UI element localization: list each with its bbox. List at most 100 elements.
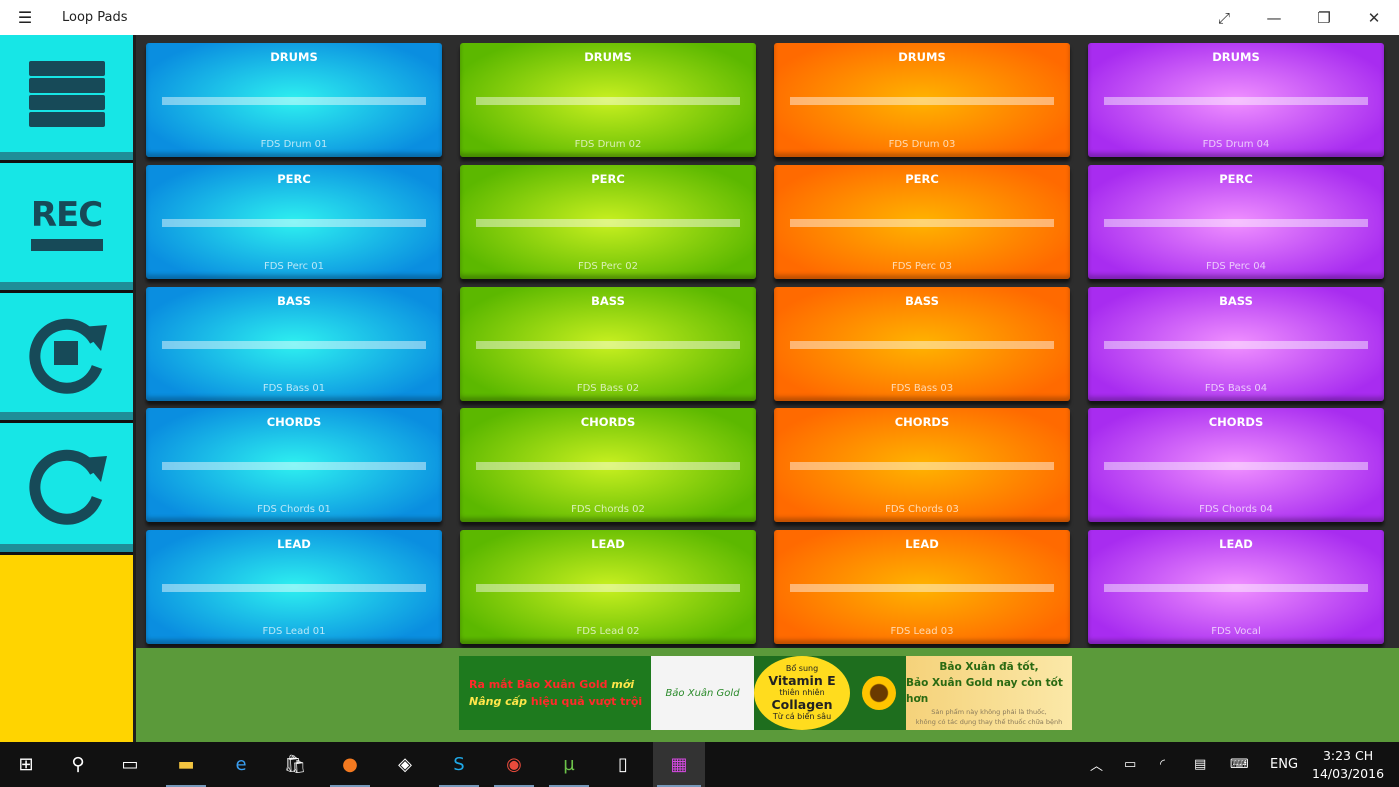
pad-sample-name: FDS Bass 02 xyxy=(460,383,756,394)
ad-headline: Ra mắt Bảo Xuân Gold xyxy=(469,678,608,691)
pad-progress-bar xyxy=(790,219,1054,227)
utorrent-button[interactable]: µ xyxy=(545,742,593,787)
pad-category: PERC xyxy=(460,172,756,186)
pad-progress-bar xyxy=(1104,219,1368,227)
pad-progress-bar xyxy=(476,341,740,349)
pad-progress-bar xyxy=(162,97,426,105)
windows-icon: ⊞ xyxy=(18,754,33,775)
start-button[interactable]: ⊞ xyxy=(2,742,50,787)
pad-category: CHORDS xyxy=(1088,415,1384,429)
pad-perc-4[interactable]: PERC FDS Perc 04 xyxy=(1088,165,1384,279)
ad-banner-area: Ra mắt Bảo Xuân Gold mới Nâng cấp hiệu q… xyxy=(136,648,1399,742)
pad-lead-3[interactable]: LEAD FDS Lead 03 xyxy=(774,530,1070,644)
pad-chords-3[interactable]: CHORDSFDS Chords 03 xyxy=(774,408,1070,522)
utorrent-icon: µ xyxy=(563,754,574,775)
pad-category: PERC xyxy=(774,172,1070,186)
pad-progress-bar xyxy=(790,97,1054,105)
store-button[interactable]: 🛍 xyxy=(271,742,319,787)
pad-category: CHORDS xyxy=(460,415,756,429)
loop-pads-taskbar-button[interactable]: ▦ xyxy=(653,742,705,787)
keyboard-icon[interactable]: ⌨ xyxy=(1230,742,1249,787)
pad-lead-1[interactable]: LEADFDS Lead 01 xyxy=(146,530,442,644)
ad-subline: hiệu quả vượt trội xyxy=(531,695,642,708)
task-view-button[interactable]: ▭ xyxy=(106,742,154,787)
pad-bass-2[interactable]: BASS FDS Bass 02 xyxy=(460,287,756,401)
edge-button[interactable]: e xyxy=(217,742,265,787)
pad-drums-1[interactable]: DRUMSFDS Drum 01 xyxy=(146,43,442,157)
pad-drums-3[interactable]: DRUMS FDS Drum 03 xyxy=(774,43,1070,157)
ad-product-box: Bảo Xuân Gold xyxy=(651,656,754,730)
pad-category: BASS xyxy=(146,294,442,308)
pad-sample-name: FDS Vocal xyxy=(1088,626,1384,637)
pad-category: BASS xyxy=(460,294,756,308)
pad-progress-bar xyxy=(790,584,1054,592)
show-hidden-icons[interactable]: ︿ xyxy=(1090,742,1103,787)
pad-sample-name: FDS Chords 02 xyxy=(460,504,756,515)
yellow-panel xyxy=(0,555,133,742)
battery-icon[interactable]: ▭ xyxy=(1124,742,1136,787)
replay-button[interactable] xyxy=(0,423,133,552)
ad-headline-suffix: mới xyxy=(611,678,634,691)
rec-label: REC xyxy=(31,195,102,235)
pad-sample-name: FDS Perc 01 xyxy=(146,261,442,272)
pad-drums-4[interactable]: DRUMSFDS Drum 04 xyxy=(1088,43,1384,157)
file-explorer-button[interactable]: ▬ xyxy=(162,742,210,787)
language-indicator[interactable]: ENG xyxy=(1270,742,1298,787)
pad-bass-1[interactable]: BASSFDS Bass 01 xyxy=(146,287,442,401)
clock[interactable]: 3:23 CH 14/03/2016 xyxy=(1312,742,1384,787)
search-button[interactable]: ⚲ xyxy=(54,742,102,787)
title-bar: ☰ Loop Pads ⤢ — ❐ ✕ xyxy=(0,0,1399,35)
loop-pads-icon: ▦ xyxy=(670,754,687,775)
pad-perc-1[interactable]: PERCFDS Perc 01 xyxy=(146,165,442,279)
phone-icon: ▯ xyxy=(618,754,628,775)
pad-progress-bar xyxy=(1104,584,1368,592)
pad-lead-4[interactable]: LEADFDS Vocal xyxy=(1088,530,1384,644)
pad-category: DRUMS xyxy=(460,50,756,64)
pad-sample-name: FDS Drum 02 xyxy=(460,139,756,150)
pad-progress-bar xyxy=(790,341,1054,349)
pad-bass-4[interactable]: BASSFDS Bass 04 xyxy=(1088,287,1384,401)
pad-sample-name: FDS Lead 02 xyxy=(460,626,756,637)
pad-chords-2[interactable]: CHORDS FDS Chords 02 xyxy=(460,408,756,522)
firefox-button[interactable]: ● xyxy=(326,742,374,787)
hamburger-menu-icon[interactable]: ☰ xyxy=(0,8,50,27)
pad-sample-name: FDS Lead 01 xyxy=(146,626,442,637)
pad-drums-2[interactable]: DRUMS FDS Drum 02 xyxy=(460,43,756,157)
fullscreen-button[interactable]: ⤢ xyxy=(1199,0,1249,35)
record-button[interactable]: REC xyxy=(0,163,133,290)
wifi-icon[interactable]: ◜ xyxy=(1160,742,1165,787)
pad-sample-name: FDS Drum 01 xyxy=(146,139,442,150)
pad-category: LEAD xyxy=(774,537,1070,551)
pad-category: DRUMS xyxy=(774,50,1070,64)
pad-lead-2[interactable]: LEAD FDS Lead 02 xyxy=(460,530,756,644)
pad-chords-1[interactable]: CHORDSFDS Chords 01 xyxy=(146,408,442,522)
chrome-button[interactable]: ◉ xyxy=(490,742,538,787)
pad-category: CHORDS xyxy=(774,415,1070,429)
sunflower-icon xyxy=(862,676,896,710)
pad-sample-name: FDS Drum 03 xyxy=(774,139,1070,150)
ad-slogan: Bảo Xuân Gold nay còn tốt hơn xyxy=(906,675,1072,707)
pad-progress-bar xyxy=(1104,462,1368,470)
ad-badge-text: Collagen xyxy=(771,699,832,711)
minimize-button[interactable]: — xyxy=(1249,0,1299,35)
phone-app-button[interactable]: ▯ xyxy=(599,742,647,787)
pad-category: LEAD xyxy=(460,537,756,551)
stop-loop-button[interactable] xyxy=(0,293,133,420)
pad-sample-name: FDS Chords 04 xyxy=(1088,504,1384,515)
list-menu-button[interactable] xyxy=(0,35,133,160)
ad-banner[interactable]: Ra mắt Bảo Xuân Gold mới Nâng cấp hiệu q… xyxy=(459,656,1072,730)
pad-chords-4[interactable]: CHORDS FDS Chords 04 xyxy=(1088,408,1384,522)
pad-perc-2[interactable]: PERCFDS Perc 02 xyxy=(460,165,756,279)
action-center-icon[interactable]: ▤ xyxy=(1194,742,1206,787)
skype-icon: S xyxy=(453,754,464,775)
pad-perc-3[interactable]: PERC FDS Perc 03 xyxy=(774,165,1070,279)
pad-sample-name: FDS Perc 04 xyxy=(1088,261,1384,272)
pad-bass-3[interactable]: BASSFDS Bass 03 xyxy=(774,287,1070,401)
unity-button[interactable]: ◈ xyxy=(381,742,429,787)
pad-sample-name: FDS Perc 03 xyxy=(774,261,1070,272)
close-button[interactable]: ✕ xyxy=(1349,0,1399,35)
skype-button[interactable]: S xyxy=(435,742,483,787)
pad-sample-name: FDS Lead 03 xyxy=(774,626,1070,637)
pad-category: PERC xyxy=(1088,172,1384,186)
restore-button[interactable]: ❐ xyxy=(1299,0,1349,35)
